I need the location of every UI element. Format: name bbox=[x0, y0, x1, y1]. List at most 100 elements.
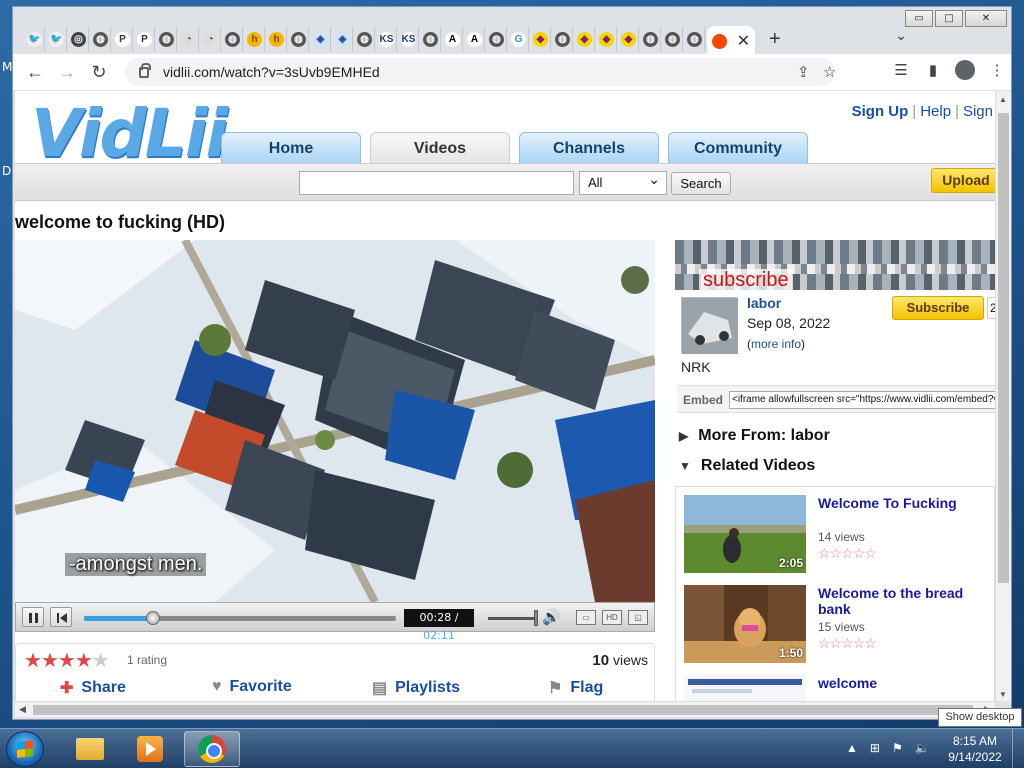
forward-button[interactable]: → bbox=[53, 62, 81, 83]
channel-name-link[interactable]: labor bbox=[747, 295, 781, 311]
pinned-tab[interactable]: ◍ bbox=[685, 26, 705, 52]
speaker-icon[interactable]: 🔊 bbox=[542, 608, 561, 626]
star-icon[interactable]: ★ bbox=[41, 650, 59, 672]
star-icon[interactable]: ★ bbox=[75, 650, 93, 672]
pinned-tab[interactable]: ◍ bbox=[289, 26, 309, 52]
reload-button[interactable]: ↻ bbox=[85, 62, 113, 83]
tab-search-button[interactable]: ⌄ bbox=[895, 27, 907, 44]
pinned-tab[interactable]: ◍ bbox=[223, 26, 243, 52]
star-icon[interactable]: ★ bbox=[92, 650, 110, 672]
media-control-icon[interactable]: ☰ bbox=[891, 61, 911, 79]
hd-button[interactable]: HD bbox=[602, 610, 622, 625]
tray-expand-icon[interactable]: ▲ bbox=[846, 741, 858, 755]
search-category-select[interactable]: All bbox=[579, 168, 667, 195]
favorite-action[interactable]: ♥ Favorite bbox=[212, 678, 292, 696]
volume-icon[interactable]: 🔈 bbox=[915, 741, 930, 755]
network-icon[interactable]: ⊞ bbox=[870, 741, 880, 755]
volume-handle[interactable] bbox=[534, 610, 538, 626]
channel-avatar[interactable] bbox=[681, 297, 738, 354]
pinned-tab[interactable]: A bbox=[443, 26, 463, 52]
star-icon[interactable]: ★ bbox=[58, 650, 76, 672]
action-center-icon[interactable]: ⚑ bbox=[892, 741, 903, 755]
taskbar-media-player[interactable] bbox=[122, 731, 178, 767]
restart-button[interactable] bbox=[50, 607, 72, 627]
scroll-left-arrow[interactable]: ◀ bbox=[19, 704, 26, 715]
related-videos-toggle[interactable]: ▼ Related Videos bbox=[679, 457, 815, 475]
pinned-tab[interactable]: KS bbox=[399, 26, 419, 52]
pinned-tab[interactable]: ◍ bbox=[421, 26, 441, 52]
related-video-title[interactable]: welcome bbox=[818, 675, 978, 691]
pinned-tab[interactable]: ◈ bbox=[311, 26, 331, 52]
pinned-tab[interactable]: ◔ bbox=[179, 26, 199, 52]
seek-handle[interactable] bbox=[145, 611, 160, 625]
tab-home[interactable]: Home bbox=[221, 132, 361, 164]
menu-kebab-icon[interactable]: ⋮ bbox=[987, 61, 1007, 79]
taskbar-chrome[interactable] bbox=[184, 731, 240, 767]
pinned-tab[interactable]: ◍ bbox=[553, 26, 573, 52]
related-thumbnail[interactable]: 2:05 bbox=[684, 495, 806, 573]
flag-action[interactable]: ⚑ Flag bbox=[548, 678, 603, 698]
subscribe-button[interactable]: Subscribe bbox=[892, 296, 984, 320]
active-tab[interactable]: ✕ bbox=[707, 26, 755, 56]
pinned-tab[interactable]: ◍ bbox=[663, 26, 683, 52]
back-button[interactable]: ← bbox=[21, 62, 49, 83]
playlists-action[interactable]: ▤ Playlists bbox=[372, 678, 460, 698]
pinned-tab[interactable]: KS bbox=[377, 26, 397, 52]
small-screen-button[interactable]: ▭ bbox=[576, 610, 596, 625]
pinned-tab[interactable]: ◆ bbox=[597, 26, 617, 52]
clock[interactable]: 8:15 AM 9/14/2022 bbox=[940, 733, 1010, 765]
related-video-item[interactable]: welcome bbox=[684, 675, 984, 701]
scrollbar-thumb[interactable] bbox=[998, 113, 1009, 583]
pinned-tab[interactable]: A bbox=[465, 26, 485, 52]
pinned-tab[interactable]: 🐦 bbox=[47, 26, 67, 52]
tab-videos[interactable]: Videos bbox=[370, 132, 510, 164]
minimize-button[interactable]: ▭ bbox=[905, 10, 933, 27]
horizontal-scrollbar[interactable]: ◀ ▶ bbox=[15, 701, 995, 717]
sign-in-link[interactable]: Sign bbox=[963, 103, 993, 120]
site-logo[interactable]: VidLii bbox=[31, 95, 228, 172]
related-video-title[interactable]: Welcome To Fucking bbox=[818, 495, 978, 511]
pinned-tab[interactable]: h bbox=[267, 26, 287, 52]
new-tab-button[interactable]: + bbox=[769, 26, 781, 52]
pinned-tab[interactable]: P bbox=[135, 26, 155, 52]
share-action[interactable]: ✚ Share bbox=[60, 678, 126, 698]
embed-code-input[interactable]: <iframe allowfullscreen src="https://www… bbox=[729, 391, 995, 409]
pinned-tab[interactable]: ◎ bbox=[69, 26, 89, 52]
search-input[interactable] bbox=[299, 171, 574, 195]
pinned-tab[interactable]: ◍ bbox=[157, 26, 177, 52]
pinned-tab[interactable]: ◆ bbox=[531, 26, 551, 52]
upload-button[interactable]: Upload bbox=[931, 168, 995, 193]
star-icon[interactable]: ★ bbox=[24, 650, 42, 672]
taskbar-explorer[interactable] bbox=[62, 731, 118, 767]
video-player[interactable]: -amongst men. bbox=[15, 240, 655, 630]
related-thumbnail[interactable] bbox=[684, 675, 806, 701]
pinned-tab[interactable]: P bbox=[113, 26, 133, 52]
share-icon[interactable]: ⇪ bbox=[797, 63, 810, 81]
related-video-item[interactable]: 2:05 Welcome To Fucking 14 views ☆☆☆☆☆ bbox=[684, 495, 984, 575]
pinned-tab[interactable]: ◍ bbox=[641, 26, 661, 52]
bookmark-star-icon[interactable]: ☆ bbox=[823, 63, 836, 81]
pinned-tab[interactable]: ◈ bbox=[333, 26, 353, 52]
related-video-title[interactable]: Welcome to the bread bank bbox=[818, 585, 978, 617]
pause-button[interactable] bbox=[22, 607, 44, 627]
pinned-tab[interactable]: ◍ bbox=[355, 26, 375, 52]
tab-channels[interactable]: Channels bbox=[519, 132, 659, 164]
close-tab-button[interactable]: ✕ bbox=[737, 31, 750, 51]
pinned-tab[interactable]: ◔ bbox=[201, 26, 221, 52]
show-desktop-button[interactable] bbox=[1012, 729, 1024, 768]
scroll-up-arrow[interactable]: ▲ bbox=[999, 95, 1007, 104]
address-bar[interactable]: vidlii.com/watch?v=3sUvb9EMHEd ⇪ ☆ bbox=[125, 58, 836, 86]
pinned-tab[interactable]: ◍ bbox=[487, 26, 507, 52]
help-link[interactable]: Help bbox=[920, 103, 951, 120]
close-window-button[interactable]: ✕ bbox=[965, 10, 1007, 27]
side-panel-icon[interactable]: ▮ bbox=[923, 61, 943, 79]
scroll-down-arrow[interactable]: ▼ bbox=[999, 690, 1007, 699]
more-info-link[interactable]: more info bbox=[751, 337, 801, 351]
fullscreen-button[interactable]: ◱ bbox=[628, 610, 648, 625]
pinned-tab[interactable]: h bbox=[245, 26, 265, 52]
related-video-item[interactable]: 1:50 Welcome to the bread bank 15 views … bbox=[684, 585, 984, 665]
seek-bar[interactable] bbox=[84, 611, 396, 625]
search-button[interactable]: Search bbox=[671, 172, 731, 195]
pinned-tab[interactable]: ◆ bbox=[619, 26, 639, 52]
vertical-scrollbar[interactable]: ▲ ▼ bbox=[995, 91, 1011, 701]
